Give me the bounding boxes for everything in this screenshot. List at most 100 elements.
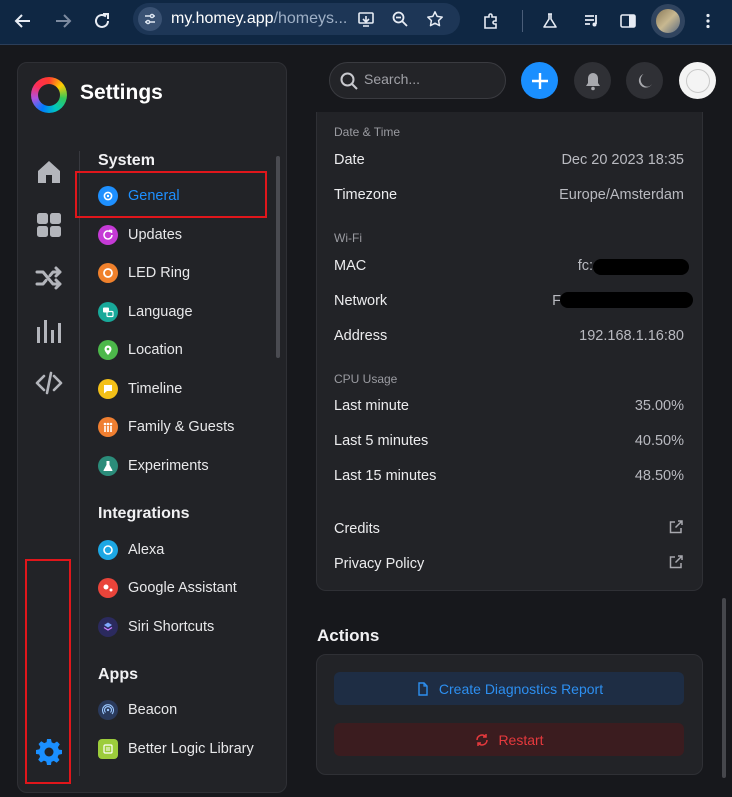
insights-bars-icon[interactable] [32,314,66,348]
gear-icon [98,186,118,206]
bookmark-star-icon[interactable] [425,9,445,29]
timezone-value: Europe/Amsterdam [559,187,684,203]
mac-redaction [593,259,689,275]
install-app-icon[interactable] [356,9,376,29]
cpu-row-label: Last 5 minutes [334,433,429,449]
nav-label: General [128,188,180,204]
devices-grid-icon[interactable] [32,208,66,242]
toolbar-separator [522,10,523,32]
location-pin-icon [98,340,118,360]
restart-label: Restart [498,731,544,748]
address-bar[interactable]: my.homey.app/homeys... [133,3,460,35]
restart-icon [474,732,490,748]
url-host: my.homey.app [171,10,274,27]
back-arrow-icon[interactable] [8,6,38,36]
restart-button[interactable]: Restart [334,723,684,756]
home-icon[interactable] [32,155,66,189]
nav-item-experiments[interactable]: Experiments [98,451,209,481]
profile-avatar[interactable] [651,4,685,38]
page-scrollbar[interactable] [722,598,726,778]
zoom-icon[interactable] [390,9,410,29]
nav-label: Timeline [128,381,183,397]
panel-title: Settings [80,81,163,104]
notifications-button[interactable] [574,62,611,99]
google-assistant-icon [98,578,118,598]
cpu-row-label: Last 15 minutes [334,468,437,484]
profile-picture [656,9,680,33]
siri-shortcuts-icon [98,617,118,637]
general-info-card [316,112,703,591]
browser-menu-icon[interactable] [693,6,723,36]
nav-item-google-assistant[interactable]: Google Assistant [98,573,237,603]
search-box[interactable] [329,62,506,99]
date-time-heading: Date & Time [334,125,401,139]
forward-arrow-icon[interactable] [48,6,78,36]
nav-label: Siri Shortcuts [128,619,215,635]
settings-gear-icon[interactable] [32,735,66,769]
nav-label: Updates [128,227,183,243]
flows-shuffle-icon[interactable] [32,261,66,295]
nav-item-better-logic-library[interactable]: Better Logic Library [98,734,254,764]
alexa-icon [98,540,118,560]
logic-library-icon [98,739,118,759]
date-value: Dec 20 2023 18:35 [561,152,684,168]
browser-toolbar: my.homey.app/homeys... [0,0,732,45]
mac-label: MAC [334,258,367,274]
avatar-picture [685,68,710,93]
nav-item-alexa[interactable]: Alexa [98,535,164,565]
side-panel-icon[interactable] [613,6,643,36]
date-label: Date [334,152,365,168]
nav-item-language[interactable]: Language [98,297,193,327]
add-button[interactable] [521,62,558,99]
nav-item-general[interactable]: General [98,181,180,211]
language-icon [98,302,118,322]
flask-icon [98,456,118,476]
timezone-label: Timezone [334,187,398,203]
network-redaction [560,292,693,308]
nav-label: Language [128,304,193,320]
network-label: Network [334,293,388,309]
dark-mode-button[interactable] [626,62,663,99]
media-queue-icon[interactable] [577,6,607,36]
nav-label: Experiments [128,458,209,474]
developer-code-icon[interactable] [32,366,66,400]
address-value: 192.168.1.16:80 [579,328,684,344]
nav-item-family-guests[interactable]: Family & Guests [98,412,234,442]
address-label: Address [334,328,388,344]
cpu-row-value: 48.50% [634,468,684,484]
document-icon [415,681,431,697]
nav-label: Alexa [128,542,165,558]
wifi-heading: Wi-Fi [334,231,362,245]
credits-link[interactable]: Credits [334,521,380,537]
extensions-puzzle-icon[interactable] [476,6,506,36]
nav-label: Location [128,342,183,358]
privacy-policy-link[interactable]: Privacy Policy [334,556,424,572]
cpu-row-label: Last minute [334,398,409,414]
nav-item-siri-shortcuts[interactable]: Siri Shortcuts [98,612,214,642]
nav-label: Beacon [128,702,178,718]
user-avatar[interactable] [679,62,716,99]
nav-item-beacon[interactable]: Beacon [98,695,177,725]
site-info-icon[interactable] [138,7,162,31]
diagnostics-label: Create Diagnostics Report [438,680,604,697]
moon-icon [638,73,652,88]
panel-scrollbar[interactable] [276,156,280,358]
timeline-icon [98,379,118,399]
nav-item-location[interactable]: Location [98,335,183,365]
nav-item-updates[interactable]: Updates [98,220,182,250]
search-input[interactable] [364,71,494,87]
section-heading-system: System [98,152,155,169]
url-text[interactable]: my.homey.app/homeys... [171,10,349,28]
reload-icon[interactable] [87,6,117,36]
settings-panel: Settings System General Updates LED Ring [17,62,287,793]
external-link-icon[interactable] [668,554,686,572]
nav-item-led-ring[interactable]: LED Ring [98,258,190,288]
nav-label: LED Ring [128,265,191,281]
external-link-icon[interactable] [668,519,686,537]
create-diagnostics-report-button[interactable]: Create Diagnostics Report [334,672,684,705]
labs-flask-icon[interactable] [535,6,565,36]
section-heading-integrations: Integrations [98,505,190,522]
homey-logo [31,77,67,113]
nav-item-timeline[interactable]: Timeline [98,374,182,404]
url-path: /homeys... [273,10,348,27]
